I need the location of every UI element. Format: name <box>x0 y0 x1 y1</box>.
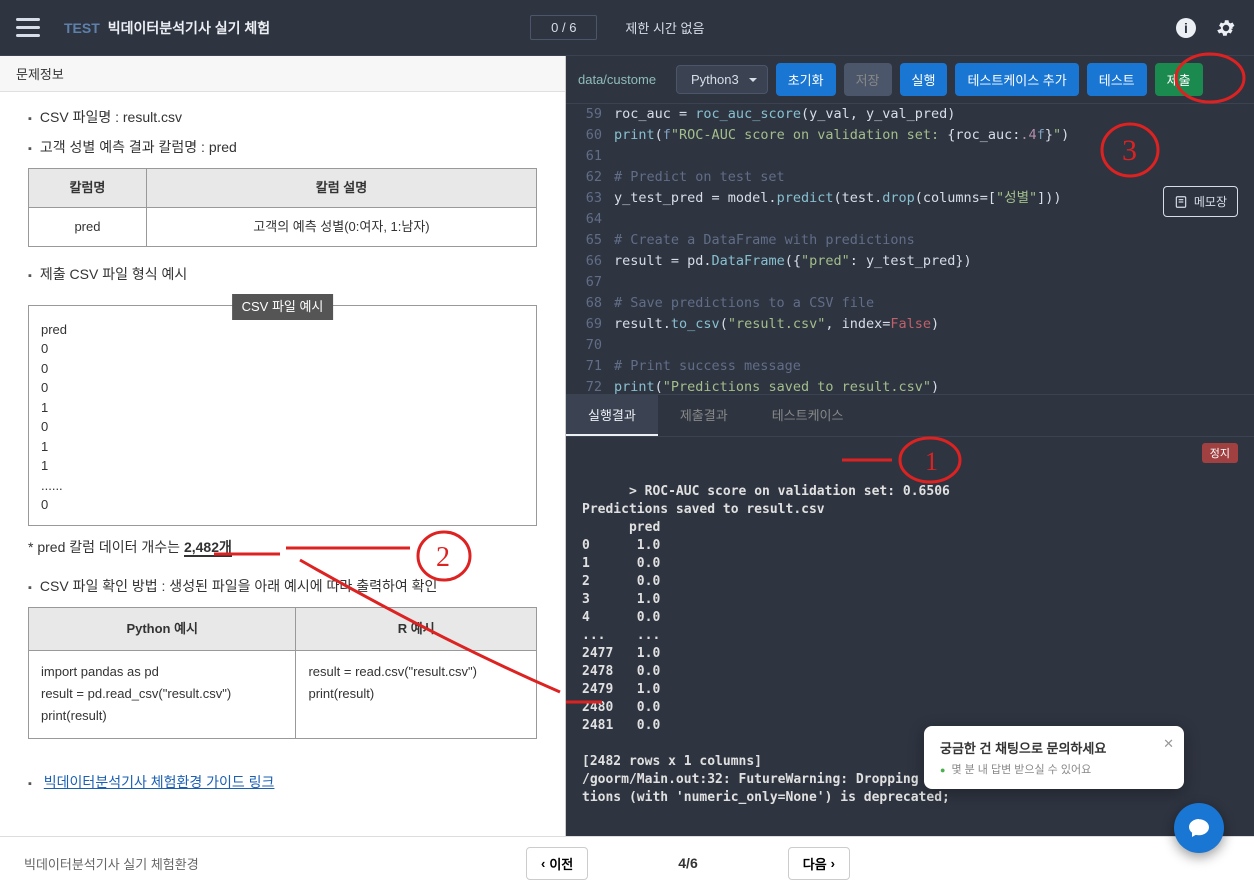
top-bar: TEST 빅데이터분석기사 실기 체험 0 / 6 제한 시간 없음 i <box>0 0 1254 56</box>
chat-fab-button[interactable] <box>1174 803 1224 853</box>
tab-submit-result[interactable]: 제출결과 <box>658 395 750 436</box>
save-button: 저장 <box>844 63 892 96</box>
run-button[interactable]: 실행 <box>900 63 948 96</box>
submit-button[interactable]: 제출 <box>1155 63 1203 96</box>
page-indicator: 4/6 <box>678 855 697 871</box>
tab-testcase[interactable]: 테스트케이스 <box>750 395 866 436</box>
reset-button[interactable]: 초기화 <box>776 63 836 96</box>
stop-button[interactable]: 정지 <box>1202 443 1238 463</box>
language-selector[interactable]: Python3 <box>676 65 768 94</box>
col-cell-desc: 고객의 예측 성별(0:여자, 1:남자) <box>146 207 536 246</box>
time-limit-text: 제한 시간 없음 <box>625 18 704 37</box>
chat-help-subtitle: 몇 분 내 답변 받으실 수 있어요 <box>940 761 1168 777</box>
close-icon[interactable]: ✕ <box>1163 736 1174 752</box>
col-header-desc: 칼럼 설명 <box>146 168 536 207</box>
memo-button[interactable]: 메모장 <box>1163 186 1238 217</box>
code-toolbar: data/custome Python3 초기화 저장 실행 테스트케이스 추가… <box>566 56 1254 104</box>
next-button[interactable]: 다음› <box>788 847 850 880</box>
menu-icon[interactable] <box>16 16 40 40</box>
tab-run-result[interactable]: 실행결과 <box>566 395 658 436</box>
csv-example-box: CSV 파일 예시 pred 0 0 0 1 0 1 1 ...... 0 <box>28 305 537 526</box>
r-example-header: R 예시 <box>296 608 537 651</box>
prev-button[interactable]: ‹이전 <box>526 847 588 880</box>
page-title: 빅데이터분석기사 실기 체험 <box>108 18 270 38</box>
bullet-pred-col: 고객 성별 예측 결과 칼럼명 : pred <box>28 136 537 160</box>
line-gutter: 5960616263646566676869707172 <box>566 104 614 394</box>
bullet-csv-filename: CSV 파일명 : result.csv <box>28 106 537 130</box>
test-label: TEST <box>64 20 100 36</box>
chat-help-title: 궁금한 건 채팅으로 문의하세요 <box>940 738 1168 757</box>
problem-panel: 문제정보 CSV 파일명 : result.csv 고객 성별 예측 결과 칼럼… <box>0 56 566 836</box>
csv-example-label: CSV 파일 예시 <box>232 294 334 320</box>
problem-body: CSV 파일명 : result.csv 고객 성별 예측 결과 칼럼명 : p… <box>0 92 565 836</box>
info-icon[interactable]: i <box>1174 16 1198 40</box>
count-note: * pred 칼럼 데이터 개수는 2,482개 <box>28 536 537 560</box>
test-button[interactable]: 테스트 <box>1087 63 1147 96</box>
guide-link[interactable]: 빅데이터분석기사 체험환경 가이드 링크 <box>44 771 275 795</box>
bullet-csv-format: 제출 CSV 파일 형식 예시 <box>28 263 537 287</box>
python-example-code: import pandas as pd result = pd.read_csv… <box>29 651 296 738</box>
code-editor[interactable]: 5960616263646566676869707172 roc_auc = r… <box>566 104 1254 394</box>
chat-help-popup: ✕ 궁금한 건 채팅으로 문의하세요 몇 분 내 답변 받으실 수 있어요 <box>924 726 1184 789</box>
progress-indicator: 0 / 6 <box>530 15 597 40</box>
bottom-bar: 빅데이터분석기사 실기 체험환경 ‹이전 4/6 다음› <box>0 836 1254 889</box>
col-header-name: 칼럼명 <box>29 168 147 207</box>
tab-problem-info[interactable]: 문제정보 <box>0 56 565 92</box>
file-path: data/custome <box>578 72 664 87</box>
console-text: > ROC-AUC score on validation set: 0.650… <box>582 484 958 805</box>
environment-title: 빅데이터분석기사 실기 체험환경 <box>24 854 199 873</box>
code-content[interactable]: roc_auc = roc_auc_score(y_val, y_val_pre… <box>614 104 1254 394</box>
code-example-table: Python 예시R 예시 import pandas as pd result… <box>28 607 537 738</box>
output-tabs: 실행결과 제출결과 테스트케이스 <box>566 394 1254 437</box>
gear-icon[interactable] <box>1214 16 1238 40</box>
csv-sample-content: pred 0 0 0 1 0 1 1 ...... 0 <box>41 320 524 515</box>
column-description-table: 칼럼명칼럼 설명 pred고객의 예측 성별(0:여자, 1:남자) <box>28 168 537 247</box>
count-value: 2,482개 <box>184 539 232 557</box>
bullet-check-method: CSV 파일 확인 방법 : 생성된 파일을 아래 예시에 따라 출력하여 확인 <box>28 575 537 599</box>
code-panel: data/custome Python3 초기화 저장 실행 테스트케이스 추가… <box>566 56 1254 836</box>
bullet-guide-link: 빅데이터분석기사 체험환경 가이드 링크 <box>28 759 537 795</box>
add-testcase-button[interactable]: 테스트케이스 추가 <box>955 63 1078 96</box>
python-example-header: Python 예시 <box>29 608 296 651</box>
col-cell-pred: pred <box>29 207 147 246</box>
r-example-code: result = read.csv("result.csv") print(re… <box>296 651 537 738</box>
